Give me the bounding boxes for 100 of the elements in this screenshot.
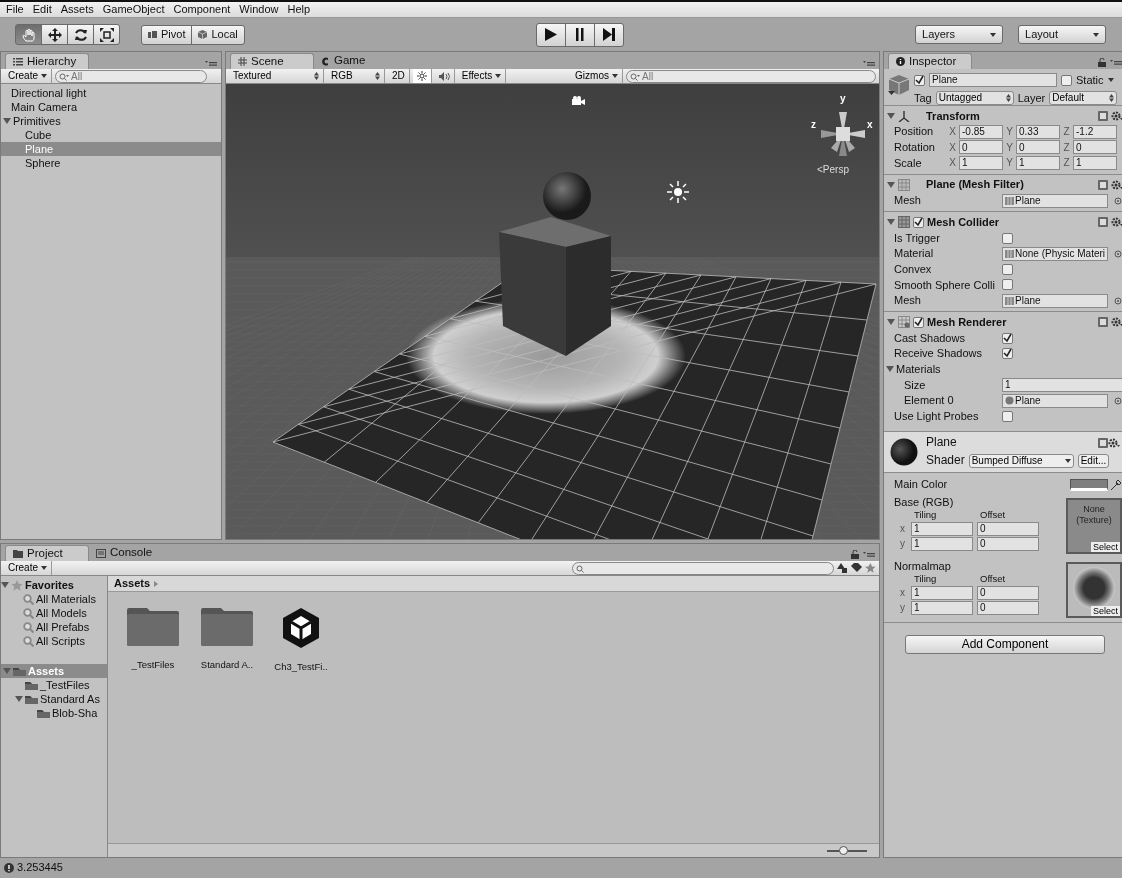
checkbox[interactable] xyxy=(913,316,924,328)
number-field[interactable]: 1 xyxy=(959,156,1003,170)
number-field[interactable]: 0 xyxy=(959,140,1003,155)
foldout-arrow-icon[interactable] xyxy=(887,180,895,189)
hierarchy-item[interactable]: Primitives xyxy=(1,114,221,128)
gear-icon[interactable] xyxy=(1108,437,1121,448)
panel-menu-icon[interactable] xyxy=(205,60,217,67)
object-picker-icon[interactable] xyxy=(1114,396,1122,405)
tab-label[interactable]: Game xyxy=(334,54,366,68)
inspector-tab[interactable]: Inspector xyxy=(888,53,972,69)
number-field[interactable]: 1 xyxy=(1016,156,1060,170)
filter-by-type-icon[interactable] xyxy=(837,563,848,573)
number-field[interactable]: 1 xyxy=(911,521,973,536)
menu-item[interactable]: Window xyxy=(239,3,279,16)
checkbox[interactable] xyxy=(1061,74,1072,86)
asset-label[interactable]: Ch3_TestFi.. xyxy=(274,662,328,673)
foldout-arrow-icon[interactable] xyxy=(887,318,895,327)
number-field[interactable]: 0 xyxy=(977,521,1039,536)
projection-label[interactable]: <Persp xyxy=(817,164,849,176)
breadcrumb-item[interactable]: Assets xyxy=(114,577,151,590)
foldout-arrow-icon[interactable] xyxy=(3,667,11,675)
create-dropdown[interactable]: Create xyxy=(4,561,52,575)
hierarchy-item[interactable]: Sphere xyxy=(1,156,221,170)
number-field[interactable]: 0 xyxy=(977,585,1039,600)
transform-tool-button[interactable] xyxy=(93,24,120,45)
favorites-item[interactable]: All Models xyxy=(1,606,107,620)
menu-item[interactable]: Edit xyxy=(32,3,52,16)
number-field[interactable]: 0 xyxy=(1016,140,1060,155)
favorites-item[interactable]: All Scripts xyxy=(1,634,107,648)
panel-menu-icon[interactable] xyxy=(863,60,875,67)
number-field[interactable]: 0 xyxy=(977,536,1039,551)
star-icon[interactable] xyxy=(865,563,876,573)
object-picker-icon[interactable] xyxy=(1114,249,1122,258)
object-field[interactable]: Plane xyxy=(1002,193,1109,208)
icon-size-slider[interactable] xyxy=(827,849,867,852)
step-button[interactable] xyxy=(593,22,624,47)
camera-icon[interactable] xyxy=(572,96,585,105)
folder-tree-item[interactable]: Blob-Sha xyxy=(1,706,107,720)
scene-tab[interactable]: Game xyxy=(314,53,398,69)
gizmos-dropdown[interactable]: Gizmos xyxy=(571,69,623,83)
foldout-arrow-icon[interactable] xyxy=(887,112,895,120)
menu-item[interactable]: Assets xyxy=(60,3,94,16)
number-field[interactable]: -1.2 xyxy=(1073,124,1117,139)
scene-tab[interactable]: Scene xyxy=(230,53,314,69)
tab-label[interactable]: Scene xyxy=(251,54,284,69)
number-field[interactable]: 0 xyxy=(977,600,1039,615)
name-field[interactable]: Plane xyxy=(929,73,1057,87)
object-picker-icon[interactable] xyxy=(1114,196,1122,205)
number-field[interactable]: 1 xyxy=(911,600,973,615)
foldout-arrow-icon[interactable] xyxy=(1,581,9,589)
draw-mode-dropdown[interactable]: Textured xyxy=(229,69,324,83)
texture-slot[interactable]: Select xyxy=(1066,562,1122,619)
color-swatch[interactable] xyxy=(1070,478,1109,491)
effects-dropdown[interactable]: Effects xyxy=(457,69,507,83)
edit-button[interactable]: Edit... xyxy=(1077,453,1110,468)
search-field[interactable] xyxy=(572,561,834,575)
menu-item[interactable]: GameObject xyxy=(102,3,165,16)
gear-icon[interactable] xyxy=(1111,111,1122,121)
folder-tree-item[interactable]: Standard As xyxy=(1,692,107,706)
checkbox[interactable] xyxy=(913,216,924,228)
hierarchy-tab[interactable]: Hierarchy xyxy=(5,53,89,69)
pause-button[interactable] xyxy=(564,22,595,47)
asset-label[interactable]: _TestFiles xyxy=(131,660,175,671)
number-field[interactable]: 0.33 xyxy=(1016,124,1060,139)
texture-slot[interactable]: None (Texture) Select xyxy=(1066,498,1122,555)
folder-icon[interactable] xyxy=(127,608,179,646)
select-button[interactable]: Select xyxy=(1091,605,1121,617)
gear-icon[interactable] xyxy=(1111,217,1122,228)
checkbox[interactable] xyxy=(1002,232,1013,244)
panel-menu-icon[interactable] xyxy=(1110,59,1122,66)
create-dropdown[interactable]: Create xyxy=(4,69,52,83)
hierarchy-item[interactable]: Main Camera xyxy=(1,100,221,114)
favorites-item[interactable]: All Prefabs xyxy=(1,620,107,634)
foldout-arrow-icon[interactable] xyxy=(887,218,895,227)
hierarchy-item[interactable]: Cube xyxy=(1,128,221,142)
menu-item[interactable]: Component xyxy=(173,3,231,16)
search-field[interactable]: All xyxy=(626,69,876,83)
lock-icon[interactable] xyxy=(851,550,859,559)
eyedropper-icon[interactable] xyxy=(1110,478,1122,491)
asset-label[interactable]: Standard A.. xyxy=(200,660,254,671)
add-component-button[interactable]: Add Component xyxy=(905,635,1105,655)
layers-dropdown[interactable]: Layers xyxy=(915,25,1003,44)
tab-label[interactable]: Console xyxy=(110,546,153,560)
axis-gizmo-drawing[interactable] xyxy=(821,112,865,156)
tag-dropdown[interactable]: Untagged xyxy=(935,91,1014,105)
number-field[interactable]: -0.85 xyxy=(959,124,1003,139)
hierarchy-item[interactable]: Directional light xyxy=(1,86,221,100)
light-icon[interactable] xyxy=(666,180,690,204)
cube-logo-icon[interactable] xyxy=(281,608,321,648)
tab-label[interactable]: Inspector xyxy=(909,54,957,69)
foldout-arrow-icon[interactable] xyxy=(15,695,23,703)
object-field[interactable]: Plane xyxy=(1002,393,1109,408)
menu-item[interactable]: Help xyxy=(287,3,311,16)
object-field[interactable]: Plane xyxy=(1002,293,1109,308)
panel-tab[interactable]: Console xyxy=(89,545,173,561)
checkbox[interactable] xyxy=(1002,332,1013,344)
folder-tree-item[interactable]: _TestFiles xyxy=(1,678,107,692)
favorites-item[interactable]: All Materials xyxy=(1,592,107,606)
favorites-item[interactable]: Favorites xyxy=(1,578,107,592)
slider-thumb[interactable] xyxy=(839,845,848,855)
